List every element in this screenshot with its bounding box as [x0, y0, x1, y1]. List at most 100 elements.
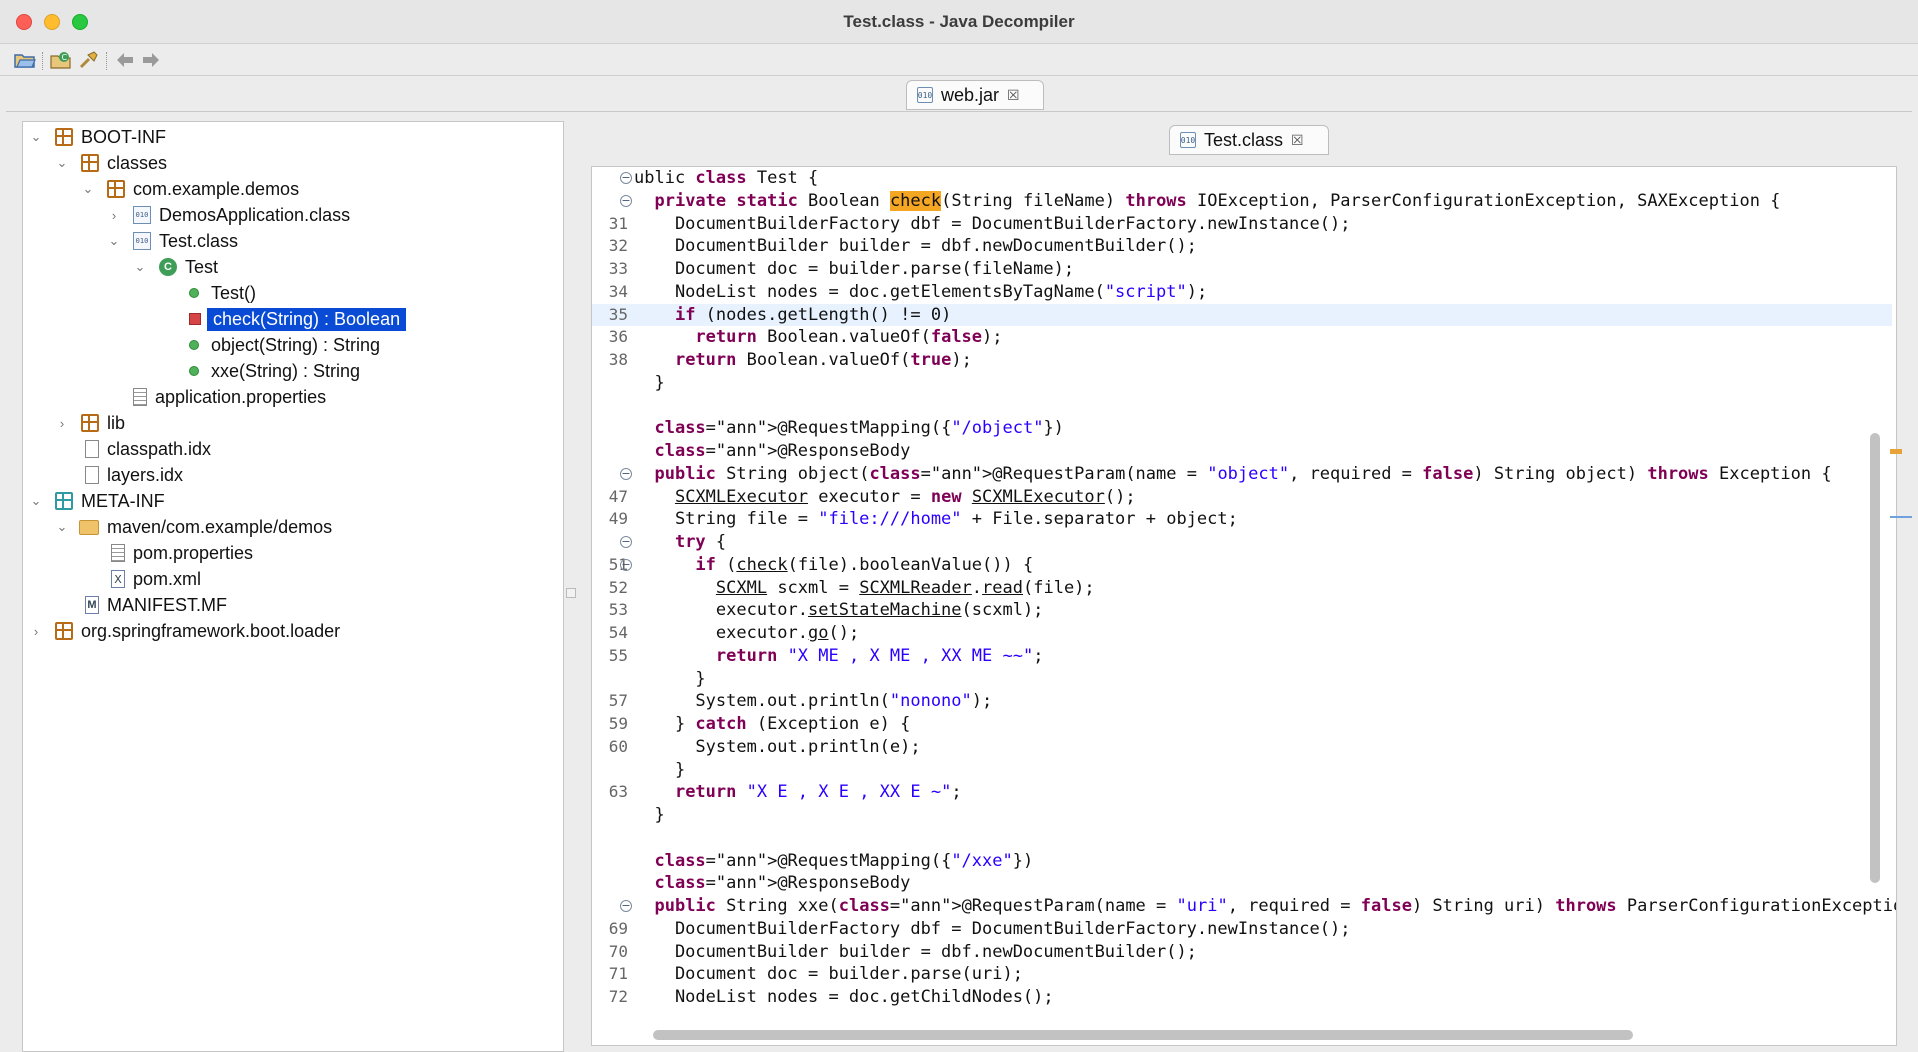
code-text: DocumentBuilder builder = dbf.newDocumen… — [634, 941, 1197, 962]
tree-node-boot-inf[interactable]: ⌄ BOOT-INF — [23, 125, 166, 149]
code-line[interactable]: } — [592, 668, 1892, 691]
code-line[interactable]: } — [592, 372, 1892, 395]
code-line[interactable]: 47 SCXMLExecutor executor = new SCXMLExe… — [592, 486, 1892, 509]
tree-node-pom-properties[interactable]: pom.properties — [23, 541, 253, 565]
collapse-icon[interactable]: − — [620, 172, 632, 184]
chevron-right-icon[interactable]: › — [29, 624, 43, 639]
close-tab-icon[interactable]: ☒ — [1291, 132, 1304, 149]
code-line[interactable]: class="ann">@RequestMapping({"/xxe"}) — [592, 850, 1892, 873]
tree-node-pom-xml[interactable]: X pom.xml — [23, 567, 201, 591]
code-line[interactable]: 52 SCXML scxml = SCXMLReader.read(file); — [592, 577, 1892, 600]
code-line[interactable]: 69 DocumentBuilderFactory dbf = Document… — [592, 918, 1892, 941]
forward-arrow-icon[interactable] — [138, 48, 164, 72]
tree-node-boot-loader[interactable]: › org.springframework.boot.loader — [23, 619, 340, 643]
code-line[interactable]: class="ann">@ResponseBody — [592, 872, 1892, 895]
tree-node-method-check[interactable]: check(String) : Boolean — [23, 307, 407, 331]
chevron-right-icon[interactable]: › — [55, 416, 69, 431]
line-number: 38 — [608, 350, 628, 369]
collapse-icon[interactable]: − — [620, 194, 632, 207]
tree-node-com-example-demos[interactable]: ⌄ com.example.demos — [23, 177, 300, 201]
tree-node-method-xxe[interactable]: xxe(String) : String — [23, 359, 360, 383]
chevron-down-icon[interactable]: ⌄ — [55, 519, 69, 534]
chevron-down-icon[interactable]: ⌄ — [29, 493, 43, 508]
tree-node-method-ctor[interactable]: Test() — [23, 281, 256, 305]
open-type-icon[interactable]: C — [48, 48, 74, 72]
chevron-down-icon[interactable]: ⌄ — [29, 129, 43, 144]
tree-node-method-object[interactable]: object(String) : String — [23, 333, 380, 357]
tree-node-test-class[interactable]: ⌄ 010 Test.class — [23, 229, 238, 253]
collapse-icon[interactable]: − — [620, 536, 632, 548]
tree-node-label: DemosApplication.class — [159, 204, 351, 225]
code-line[interactable]: 55 return "X ME , X ME , XX ME ~~"; — [592, 645, 1892, 668]
class-c-icon: C — [159, 258, 177, 276]
tree-node-test-type[interactable]: ⌄ C Test — [23, 255, 218, 279]
chevron-down-icon[interactable]: ⌄ — [133, 259, 147, 274]
collapse-icon[interactable]: − — [620, 467, 632, 480]
code-line[interactable]: 38 return Boolean.valueOf(true); — [592, 349, 1892, 372]
code-line[interactable]: } — [592, 804, 1892, 827]
chevron-right-icon[interactable]: › — [107, 208, 121, 223]
collapse-icon[interactable]: − — [620, 900, 632, 912]
code-line[interactable]: − public String object(class="ann">@Requ… — [592, 463, 1892, 486]
code-line[interactable]: 53 executor.setStateMachine(scxml); — [592, 599, 1892, 622]
horizontal-scrollbar[interactable] — [653, 1030, 1633, 1040]
tree-node-application-properties[interactable]: application.properties — [23, 385, 326, 409]
code-line[interactable]: 36 return Boolean.valueOf(false); — [592, 326, 1892, 349]
tree-node-classes[interactable]: ⌄ classes — [23, 151, 167, 175]
code-text: DocumentBuilderFactory dbf = DocumentBui… — [634, 213, 1351, 234]
chevron-down-icon[interactable]: ⌄ — [81, 181, 95, 196]
tree-node-demos-application[interactable]: › 010 DemosApplication.class — [23, 203, 350, 227]
tree-node-maven[interactable]: ⌄ maven/com.example/demos — [23, 515, 333, 539]
collapse-icon[interactable]: − — [620, 558, 632, 571]
code-line[interactable]: − private static Boolean check(String fi… — [592, 190, 1892, 213]
tree-node-layers-idx[interactable]: layers.idx — [23, 463, 183, 487]
code-line[interactable]: − try { — [592, 531, 1892, 554]
code-text: NodeList nodes = doc.getElementsByTagNam… — [634, 281, 1208, 302]
code-line[interactable]: 71 Document doc = builder.parse(uri); — [592, 963, 1892, 986]
tree-node-manifest[interactable]: M MANIFEST.MF — [23, 593, 227, 617]
code-line[interactable]: class="ann">@RequestMapping({"/object"}) — [592, 417, 1892, 440]
splitter-handle[interactable] — [566, 588, 576, 598]
line-number: 55 — [608, 645, 628, 665]
tree-node-meta-inf[interactable]: ⌄ META-INF — [23, 489, 165, 513]
line-number: 54 — [608, 623, 628, 642]
back-arrow-icon[interactable] — [112, 48, 138, 72]
code-line[interactable]: 59 } catch (Exception e) { — [592, 713, 1892, 736]
code-line[interactable]: 57 System.out.println("nonono"); — [592, 690, 1892, 713]
code-line[interactable]: 70 DocumentBuilder builder = dbf.newDocu… — [592, 941, 1892, 964]
code-line[interactable] — [592, 827, 1892, 850]
close-tab-icon[interactable]: ☒ — [1007, 87, 1020, 104]
code-line[interactable]: 63 return "X E , X E , XX E ~"; — [592, 781, 1892, 804]
chevron-down-icon[interactable]: ⌄ — [55, 155, 69, 170]
code-line[interactable]: 33 Document doc = builder.parse(fileName… — [592, 258, 1892, 281]
tree-node-label: xxe(String) : String — [211, 360, 361, 381]
code-line[interactable]: 31 DocumentBuilderFactory dbf = Document… — [592, 213, 1892, 236]
code-line[interactable]: 49 String file = "file:///home" + File.s… — [592, 508, 1892, 531]
chevron-down-icon[interactable]: ⌄ — [107, 233, 121, 248]
code-editor[interactable]: − ublic class Test {− private static Bool… — [591, 166, 1897, 1046]
line-marker — [1890, 516, 1912, 518]
code-line[interactable]: 51− if (check(file).booleanValue()) { — [592, 554, 1892, 577]
line-number: 70 — [608, 941, 628, 961]
code-line[interactable]: − public String xxe(class="ann">@Request… — [592, 895, 1896, 918]
code-line[interactable] — [592, 395, 1892, 418]
code-line[interactable]: 72 NodeList nodes = doc.getChildNodes(); — [592, 986, 1892, 1009]
search-icon[interactable] — [76, 48, 102, 72]
panel-splitter[interactable] — [564, 121, 586, 1052]
occurrence-marker[interactable] — [1890, 449, 1902, 454]
code-line[interactable]: 34 NodeList nodes = doc.getElementsByTag… — [592, 281, 1892, 304]
vertical-scrollbar[interactable] — [1870, 433, 1880, 883]
code-line[interactable]: 60 System.out.println(e); — [592, 736, 1892, 759]
code-line[interactable]: 32 DocumentBuilder builder = dbf.newDocu… — [592, 235, 1892, 258]
tab-web-jar[interactable]: 010 web.jar ☒ — [906, 80, 1044, 110]
tree-node-label: maven/com.example/demos — [107, 516, 333, 537]
code-line[interactable]: } — [592, 759, 1892, 782]
open-file-icon[interactable] — [12, 48, 38, 72]
tab-test-class[interactable]: 010 Test.class ☒ — [1169, 125, 1329, 155]
code-line[interactable]: 54 executor.go(); — [592, 622, 1892, 645]
tree-node-lib[interactable]: › lib — [23, 411, 125, 435]
code-line[interactable]: 35 if (nodes.getLength() != 0) — [592, 303, 1892, 327]
code-line[interactable]: class="ann">@ResponseBody — [592, 440, 1892, 463]
tree-node-classpath-idx[interactable]: classpath.idx — [23, 437, 211, 461]
code-line[interactable]: − ublic class Test { — [592, 167, 1892, 190]
